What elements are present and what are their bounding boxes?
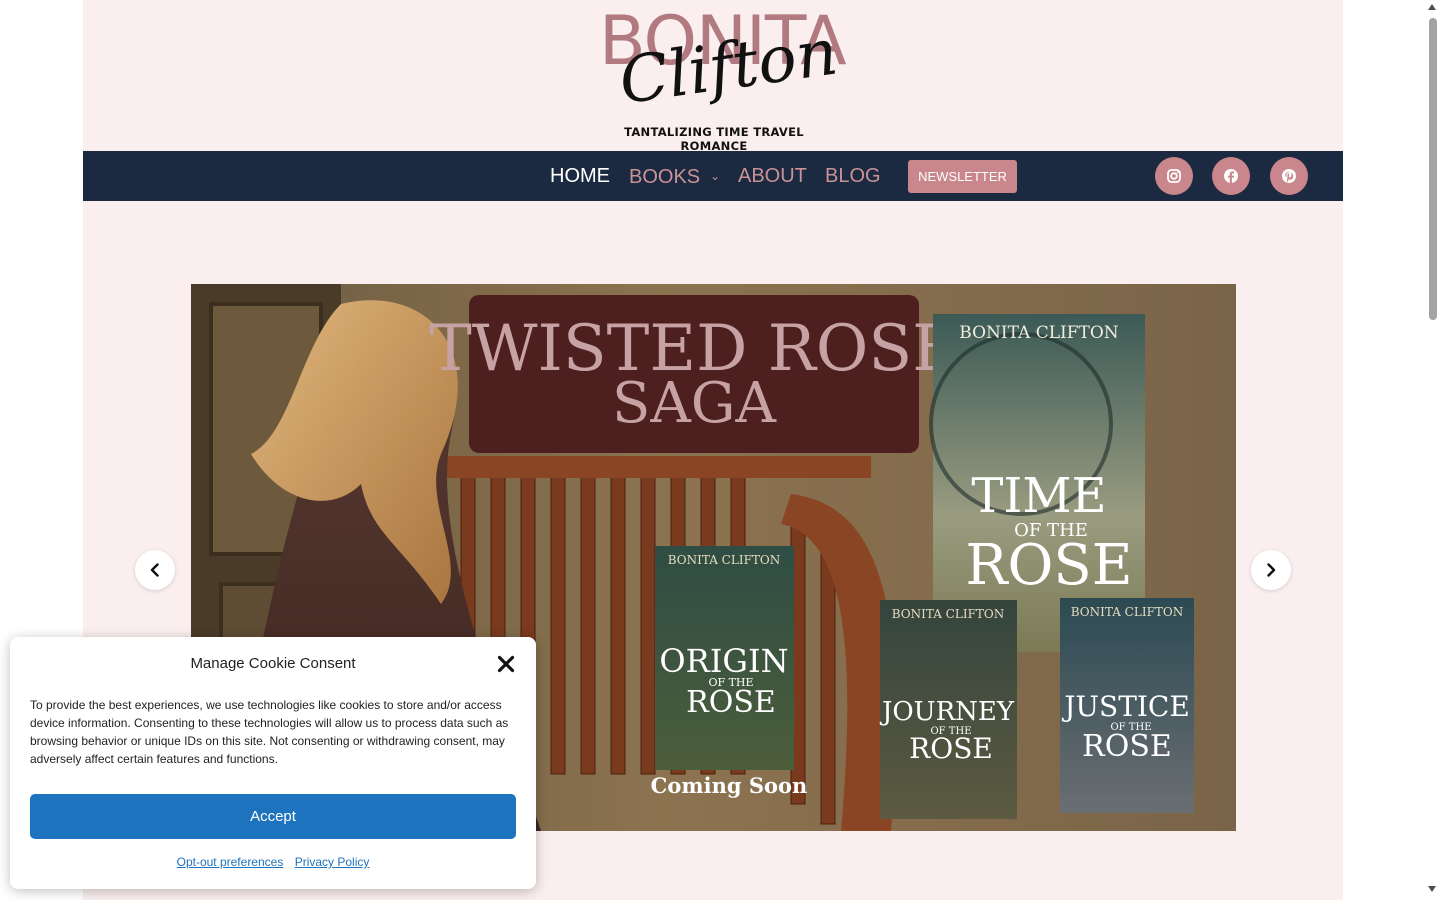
book1-title-line3: ROSE: [965, 533, 1132, 598]
logo-tagline: TANTALIZING TIME TRAVEL ROMANCE: [624, 125, 804, 153]
book2-title-line3: ROSE: [686, 685, 776, 720]
hero-banner-title-line2: SAGA: [612, 371, 777, 436]
nav-item-blog[interactable]: BLOG: [825, 151, 881, 201]
facebook-icon: [1224, 169, 1238, 183]
cookie-dialog-title: Manage Cookie Consent: [190, 655, 356, 672]
book4-author: BONITA CLIFTON: [1071, 605, 1184, 619]
cookie-close-button[interactable]: [496, 654, 516, 674]
nav-item-home[interactable]: HOME: [550, 151, 610, 201]
book-cover-origin-of-the-rose: BONITA CLIFTON ORIGIN OF THE ROSE Coming…: [651, 546, 808, 798]
pinterest-link[interactable]: [1270, 157, 1308, 195]
book2-coming-soon: Coming Soon: [651, 773, 808, 798]
newsletter-button[interactable]: NEWSLETTER: [908, 160, 1017, 193]
slider-next-button[interactable]: [1251, 550, 1291, 590]
nav-item-books-label: BOOKS: [629, 166, 701, 188]
book-cover-justice-of-the-rose: BONITA CLIFTON JUSTICE OF THE ROSE: [1060, 598, 1194, 813]
slider-prev-button[interactable]: [135, 550, 175, 590]
book3-author: BONITA CLIFTON: [892, 607, 1005, 621]
book3-title-line3: ROSE: [909, 732, 993, 765]
chevron-right-icon: [1267, 563, 1276, 577]
nav-item-books[interactable]: BOOKS ⌄: [629, 151, 720, 201]
scroll-up-arrow-icon[interactable]: [1428, 4, 1436, 10]
book1-title-line1: TIME: [971, 468, 1106, 524]
book1-author: BONITA CLIFTON: [959, 323, 1119, 343]
cookie-links: Opt-out preferences Privacy Policy: [10, 855, 536, 869]
cookie-accept-button[interactable]: Accept: [30, 794, 516, 839]
instagram-link[interactable]: [1155, 157, 1193, 195]
book2-title-line1: ORIGIN: [659, 642, 788, 680]
page-scrollbar[interactable]: [1425, 0, 1440, 900]
book3-title-line1: JOURNEY: [879, 697, 1015, 727]
site-logo[interactable]: BONITA Clifton TANTALIZING TIME TRAVEL R…: [599, 8, 847, 154]
chevron-down-icon: ⌄: [710, 169, 721, 183]
cookie-dialog-body: To provide the best experiences, we use …: [30, 698, 509, 766]
main-navigation: HOME BOOKS ⌄ ABOUT BLOG NEWSLETTER: [83, 151, 1343, 201]
cookie-consent-dialog: Manage Cookie Consent To provide the bes…: [10, 637, 536, 889]
book4-title-line1: JUSTICE: [1061, 690, 1190, 723]
instagram-icon: [1167, 169, 1181, 183]
opt-out-preferences-link[interactable]: Opt-out preferences: [177, 855, 284, 869]
chevron-left-icon: [150, 563, 159, 577]
pinterest-icon: [1282, 169, 1296, 183]
facebook-link[interactable]: [1212, 157, 1250, 195]
privacy-policy-link[interactable]: Privacy Policy: [295, 855, 370, 869]
book-cover-journey-of-the-rose: BONITA CLIFTON JOURNEY OF THE ROSE: [879, 600, 1017, 819]
close-icon: [497, 655, 515, 673]
book4-title-line3: ROSE: [1082, 729, 1172, 764]
scrollbar-thumb[interactable]: [1429, 18, 1437, 320]
nav-item-about[interactable]: ABOUT: [738, 151, 807, 201]
site-header: BONITA Clifton TANTALIZING TIME TRAVEL R…: [83, 0, 1343, 154]
book2-author: BONITA CLIFTON: [668, 553, 781, 567]
scroll-down-arrow-icon[interactable]: [1428, 886, 1436, 892]
